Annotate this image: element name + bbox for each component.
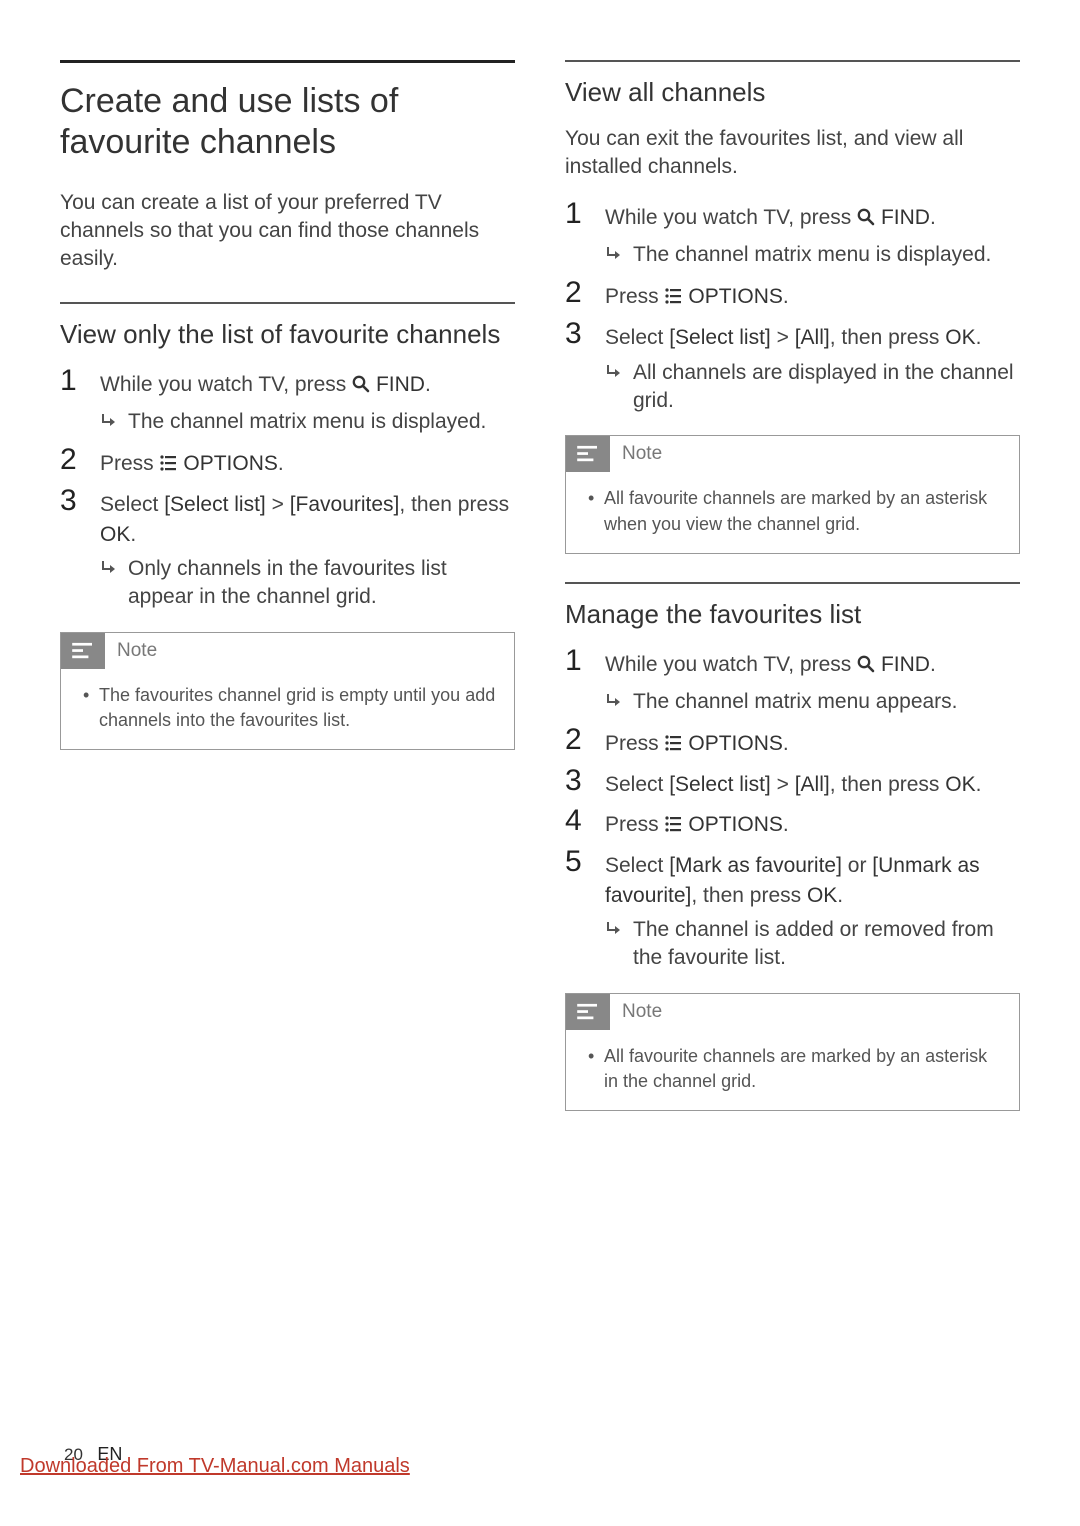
main-heading: Create and use lists of favourite channe… — [60, 81, 515, 163]
page-footer: 20 EN Downloaded From TV-Manual.com Manu… — [20, 1444, 410, 1478]
steps-list: 1 While you watch TV, press FIND. The ch… — [565, 646, 1020, 972]
note-icon — [61, 633, 105, 669]
step-result: Only channels in the favourites list app… — [128, 555, 515, 612]
menu-path: [Select list] — [669, 326, 771, 349]
step-number: 4 — [565, 806, 605, 836]
result-arrow-icon — [100, 408, 128, 439]
search-icon — [857, 652, 875, 681]
note-box: Note •The favourites channel grid is emp… — [60, 632, 515, 750]
manual-page: Create and use lists of favourite channe… — [0, 0, 1080, 1526]
menu-path: [Select list] — [669, 773, 771, 796]
step-body: Press OPTIONS. — [605, 278, 1020, 313]
find-label: FIND — [881, 206, 930, 229]
find-label: FIND — [881, 653, 930, 676]
result-arrow-icon — [100, 555, 128, 586]
ok-label: OK — [807, 884, 837, 907]
step-result: The channel matrix menu is displayed. — [633, 241, 1020, 269]
right-column: View all channels You can exit the favou… — [565, 60, 1020, 1129]
intro-text: You can create a list of your preferred … — [60, 189, 515, 274]
result-arrow-icon — [605, 916, 633, 947]
step-result: The channel matrix menu appears. — [633, 688, 1020, 716]
note-icon — [566, 436, 610, 472]
result-arrow-icon — [605, 359, 633, 390]
step-number: 2 — [565, 278, 605, 308]
ok-label: OK — [945, 326, 975, 349]
step-body: Select [Select list] > [All], then press… — [605, 319, 1020, 415]
ok-label: OK — [100, 523, 130, 546]
note-box: Note •All favourite channels are marked … — [565, 435, 1020, 553]
step-body: While you watch TV, press FIND. The chan… — [100, 366, 515, 439]
step-result: The channel matrix menu is displayed. — [128, 408, 515, 436]
step-number: 3 — [565, 319, 605, 349]
options-label: OPTIONS — [688, 285, 783, 308]
section-heading: View only the list of favourite channels — [60, 318, 515, 351]
step-text: While you watch TV, press — [100, 373, 352, 396]
menu-path: [Select list] — [164, 493, 266, 516]
step-number: 1 — [565, 199, 605, 229]
options-label: OPTIONS — [183, 452, 278, 475]
find-label: FIND — [376, 373, 425, 396]
list-icon — [665, 284, 683, 313]
step-body: Select [Mark as favourite] or [Unmark as… — [605, 847, 1020, 972]
note-text: All favourite channels are marked by an … — [604, 1044, 1003, 1094]
menu-path: [All] — [795, 773, 830, 796]
steps-list: 1 While you watch TV, press FIND. The ch… — [60, 366, 515, 612]
note-icon — [566, 994, 610, 1030]
step-number: 1 — [60, 366, 100, 396]
step-result: All channels are displayed in the channe… — [633, 359, 1020, 416]
step-body: Press OPTIONS. — [605, 806, 1020, 841]
step-number: 3 — [565, 766, 605, 796]
step-body: Select [Select list] > [Favourites], the… — [100, 486, 515, 611]
step-number: 2 — [565, 725, 605, 755]
section-heading: View all channels — [565, 76, 1020, 109]
step-number: 3 — [60, 486, 100, 516]
list-icon — [665, 731, 683, 760]
options-label: OPTIONS — [688, 813, 783, 836]
options-label: OPTIONS — [688, 732, 783, 755]
intro-text: You can exit the favourites list, and vi… — [565, 125, 1020, 182]
step-body: Select [Select list] > [All], then press… — [605, 766, 1020, 799]
list-icon — [665, 812, 683, 841]
search-icon — [352, 372, 370, 401]
step-body: While you watch TV, press FIND. The chan… — [605, 199, 1020, 272]
note-title: Note — [610, 443, 662, 465]
download-source-link[interactable]: Downloaded From TV-Manual.com Manuals — [20, 1455, 410, 1478]
ok-label: OK — [945, 773, 975, 796]
list-icon — [160, 451, 178, 480]
note-title: Note — [610, 1001, 662, 1023]
menu-path: [Favourites] — [290, 493, 400, 516]
step-number: 2 — [60, 445, 100, 475]
steps-list: 1 While you watch TV, press FIND. The ch… — [565, 199, 1020, 415]
note-box: Note •All favourite channels are marked … — [565, 993, 1020, 1111]
note-text: The favourites channel grid is empty unt… — [99, 683, 498, 733]
step-number: 1 — [565, 646, 605, 676]
step-number: 5 — [565, 847, 605, 877]
result-arrow-icon — [605, 241, 633, 272]
step-result: The channel is added or removed from the… — [633, 916, 1020, 973]
left-column: Create and use lists of favourite channe… — [60, 60, 515, 1129]
note-title: Note — [105, 640, 157, 662]
section-heading: Manage the favourites list — [565, 598, 1020, 631]
step-body: Press OPTIONS. — [100, 445, 515, 480]
menu-path: [Mark as favourite] — [669, 854, 842, 877]
step-body: Press OPTIONS. — [605, 725, 1020, 760]
note-text: All favourite channels are marked by an … — [604, 486, 1003, 536]
step-body: While you watch TV, press FIND. The chan… — [605, 646, 1020, 719]
menu-path: [All] — [795, 326, 830, 349]
result-arrow-icon — [605, 688, 633, 719]
search-icon — [857, 205, 875, 234]
